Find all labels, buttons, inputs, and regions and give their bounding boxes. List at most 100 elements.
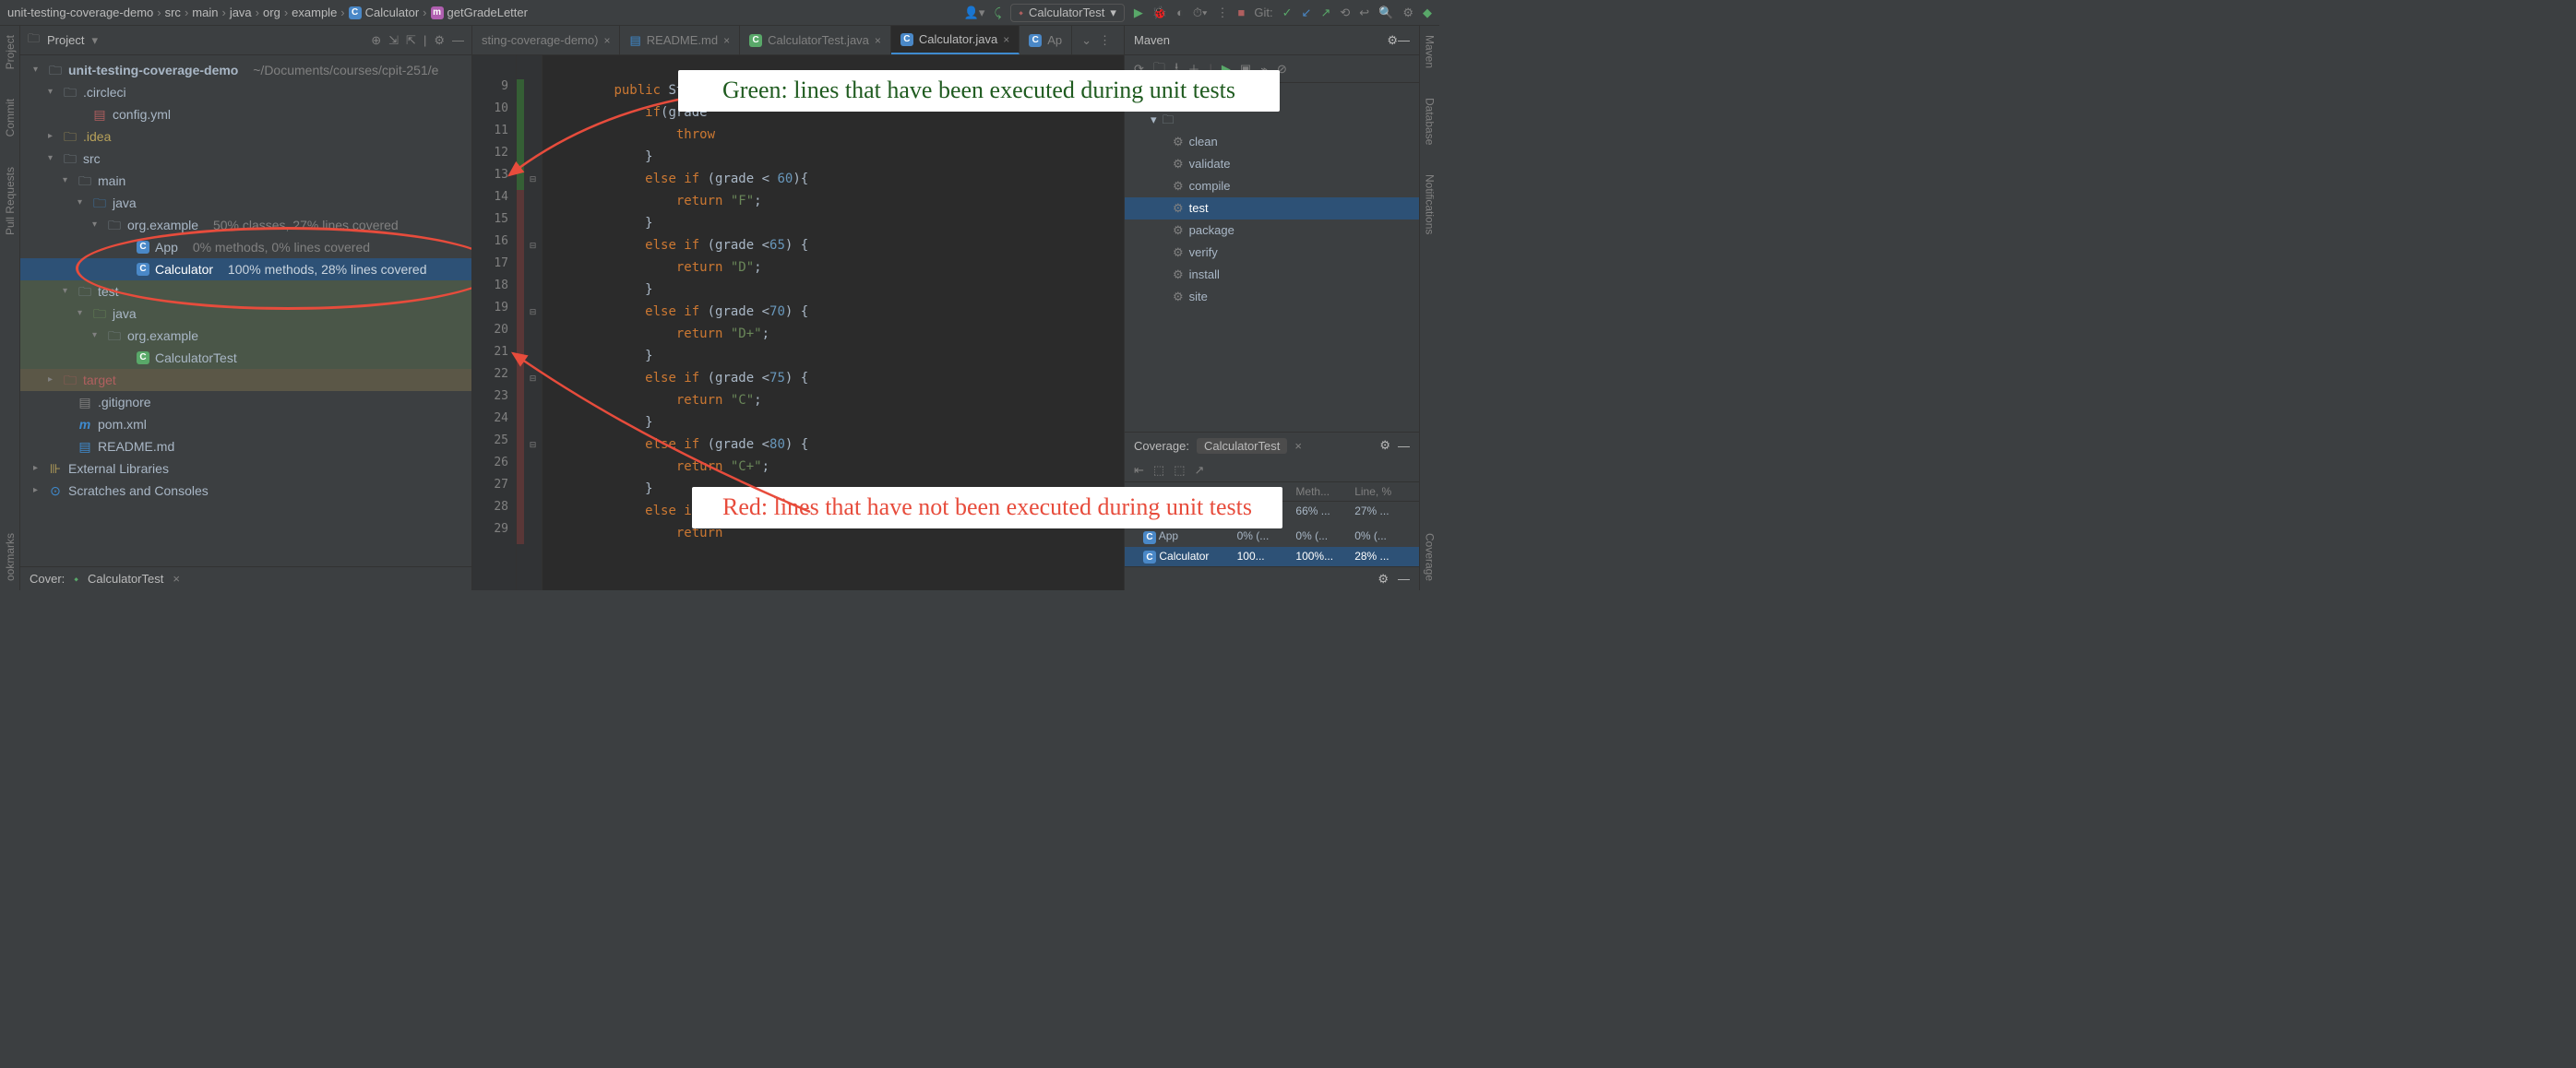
folder-target[interactable]: target — [83, 371, 116, 389]
nav-icon2[interactable]: ⬚ — [1174, 463, 1185, 478]
gear-icon[interactable]: ⚙ — [1387, 33, 1398, 48]
rail-notifications[interactable]: Notifications — [1424, 169, 1437, 240]
hide-icon[interactable]: — — [452, 33, 464, 47]
folder-idea[interactable]: .idea — [83, 127, 111, 146]
gear-icon[interactable]: ⚙ — [434, 33, 445, 48]
class-calculatortest[interactable]: CalculatorTest — [155, 349, 237, 367]
class-calculator[interactable]: Calculator — [155, 260, 213, 279]
close-icon[interactable]: × — [173, 572, 180, 586]
coverage-run-button[interactable]: ◐ — [1176, 6, 1184, 19]
vcs-update-icon[interactable]: ↙ — [1302, 6, 1312, 20]
col-element[interactable]: Element — [1134, 485, 1234, 498]
vcs-push-icon[interactable]: ↗ — [1320, 6, 1330, 20]
rail-maven[interactable]: Maven — [1424, 30, 1437, 74]
maven-goal[interactable]: install — [1189, 266, 1220, 284]
col-line[interactable]: Line, % — [1354, 485, 1410, 498]
export-icon[interactable]: ↗ — [1195, 463, 1205, 478]
coverage-gutter[interactable] — [517, 55, 524, 590]
maven-goal[interactable]: site — [1189, 288, 1208, 306]
file-gitignore[interactable]: .gitignore — [98, 393, 151, 411]
folder-main[interactable]: main — [98, 172, 125, 190]
toggle-icon[interactable]: ⌁ — [1260, 62, 1268, 77]
more-icon[interactable]: ⋮ — [1099, 33, 1111, 48]
vcs-commit-icon[interactable]: ✓ — [1282, 6, 1293, 20]
attach-button[interactable]: ⋮ — [1217, 6, 1229, 20]
breadcrumb-method[interactable]: getGradeLetter — [447, 6, 528, 19]
ide-icon[interactable]: ◆ — [1423, 6, 1432, 20]
maven-goal-test[interactable]: test — [1189, 199, 1209, 218]
close-icon[interactable]: × — [603, 34, 610, 47]
scratches[interactable]: Scratches and Consoles — [68, 481, 209, 500]
gear-icon[interactable]: ⚙ — [1379, 438, 1390, 453]
target-icon[interactable]: ⊕ — [371, 33, 381, 48]
add-icon[interactable]: ＋ — [1187, 60, 1199, 77]
close-icon[interactable]: × — [723, 34, 730, 47]
skip-tests-icon[interactable]: ⊘ — [1277, 62, 1287, 77]
profiler-button[interactable]: ⏱▾ — [1193, 6, 1208, 20]
run-config-selector[interactable]: ⬩ CalculatorTest ▾ — [1010, 4, 1125, 22]
rail-bookmarks[interactable]: ookmarks — [4, 528, 17, 587]
code-area[interactable]: public String if(grade throw } else if (… — [543, 55, 1124, 590]
chevron-down-icon[interactable]: ▾ — [91, 33, 98, 48]
stop-button[interactable]: ■ — [1238, 6, 1246, 19]
reload-icon[interactable]: ⟳ — [1134, 62, 1144, 77]
hide-icon[interactable]: — — [1398, 439, 1410, 453]
fold-gutter[interactable]: ⊟⊟⊟⊟⊟ — [524, 55, 543, 590]
flatten-icon[interactable]: ⇤ — [1134, 463, 1144, 478]
project-root[interactable]: unit-testing-coverage-demo — [68, 61, 238, 79]
chevron-down-icon[interactable]: ⌄ — [1081, 33, 1091, 48]
package-org-example[interactable]: org.example — [127, 216, 198, 234]
tab-calculator[interactable]: CCalculator.java× — [891, 26, 1020, 54]
breadcrumb-part[interactable]: example — [292, 6, 337, 19]
breadcrumb-part[interactable]: org — [263, 6, 280, 19]
maven-goal[interactable]: clean — [1189, 133, 1218, 151]
folder-java[interactable]: java — [113, 194, 137, 212]
col-class[interactable]: Class... — [1237, 485, 1293, 498]
tab-demo[interactable]: sting-coverage-demo)× — [472, 26, 620, 54]
breadcrumb-project[interactable]: unit-testing-coverage-demo — [7, 6, 153, 19]
nav-icon[interactable]: ⬚ — [1153, 463, 1164, 478]
project-view-icon[interactable]: 🗀 — [28, 30, 40, 51]
rail-database[interactable]: Database — [1424, 92, 1437, 150]
rail-coverage[interactable]: Coverage — [1424, 528, 1437, 587]
maven-goal[interactable]: package — [1189, 221, 1234, 240]
hide-icon[interactable]: — — [1398, 33, 1410, 47]
hide-icon[interactable]: — — [1398, 572, 1410, 586]
tab-calculatortest[interactable]: CCalculatorTest.java× — [740, 26, 891, 54]
rail-pull-requests[interactable]: Pull Requests — [4, 161, 17, 241]
maven-project[interactable]: emo — [1161, 89, 1184, 107]
close-icon[interactable]: × — [875, 34, 881, 47]
class-app[interactable]: App — [155, 238, 178, 256]
debug-button[interactable]: 🐞 — [1152, 6, 1167, 20]
close-icon[interactable]: × — [1294, 439, 1302, 453]
close-icon[interactable]: × — [1003, 33, 1009, 46]
build-icon[interactable]: ⤹ — [994, 6, 1001, 20]
editor-gutter[interactable]: 9101112131415161718192021222324252627282… — [472, 55, 517, 590]
cover-suite[interactable]: CalculatorTest — [88, 572, 163, 586]
search-icon[interactable]: 🔍 — [1378, 6, 1393, 20]
coverage-table[interactable]: Element Class... Meth... Line, % ▾ 🗀 org… — [1125, 482, 1419, 566]
project-title[interactable]: Project — [47, 33, 84, 47]
col-method[interactable]: Meth... — [1295, 485, 1351, 498]
folder-circleci[interactable]: .circleci — [83, 83, 126, 101]
breadcrumb-class[interactable]: Calculator — [365, 6, 420, 19]
execute-icon[interactable]: ▣ — [1240, 62, 1251, 77]
editor[interactable]: 3 usages 3 usages 👤 Khalid Alharbi ✓ 910… — [472, 55, 1124, 590]
maven-tree[interactable]: ▾memo ▾🗀Lifecycle ⚙clean ⚙validate ⚙comp… — [1125, 83, 1419, 432]
maven-goal[interactable]: verify — [1189, 243, 1218, 262]
maven-goal[interactable]: validate — [1189, 155, 1231, 173]
user-icon[interactable]: 👤▾ — [964, 6, 985, 20]
folder-src[interactable]: src — [83, 149, 101, 168]
maven-goal[interactable]: compile — [1189, 177, 1231, 196]
breadcrumb[interactable]: unit-testing-coverage-demo › src › main … — [7, 6, 528, 19]
gear-icon[interactable]: ⚙ — [1377, 572, 1389, 587]
breadcrumb-part[interactable]: main — [192, 6, 218, 19]
collapse-icon[interactable]: ⇱ — [406, 33, 416, 48]
folder-java-test[interactable]: java — [113, 304, 137, 323]
rail-project[interactable]: Project — [4, 30, 17, 75]
download-icon[interactable]: ⭳ — [1175, 59, 1179, 79]
tab-readme[interactable]: ▤README.md× — [620, 26, 740, 54]
external-libraries[interactable]: External Libraries — [68, 459, 169, 478]
rail-commit[interactable]: Commit — [4, 93, 17, 142]
folder-test[interactable]: test — [98, 282, 119, 301]
